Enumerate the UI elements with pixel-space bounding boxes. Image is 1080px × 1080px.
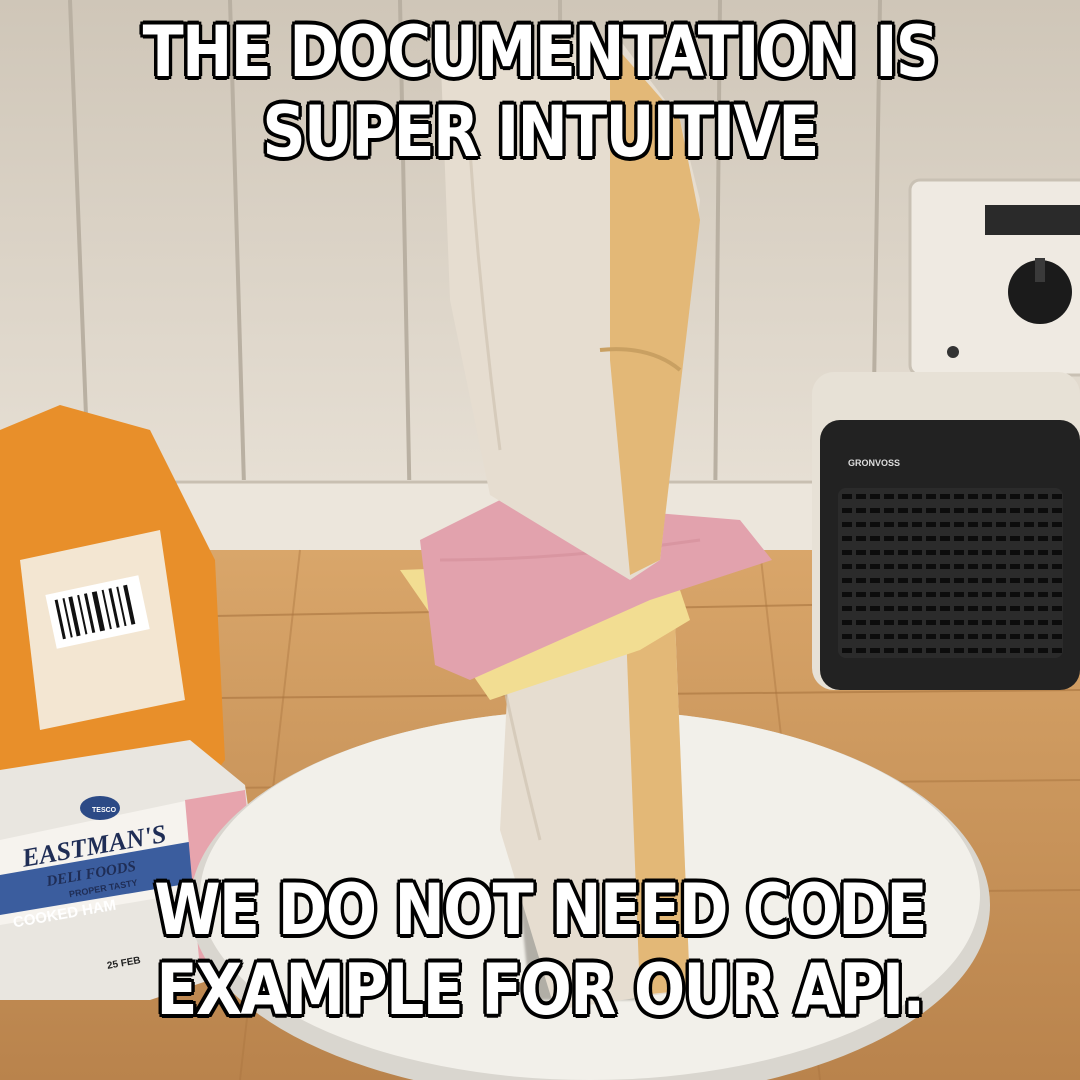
top-caption: THE DOCUMENTATION IS SUPER INTUITIVE (141, 11, 940, 174)
radio-brand-label: GRONVOSS (848, 458, 900, 468)
store-label: TESCO (92, 807, 117, 814)
meme-image: GRONVOSS TESCO EASTMAN'S DELI FOODS PROP… (0, 0, 1080, 1080)
wall-socket (908, 178, 1080, 377)
radio-speaker: GRONVOSS (812, 372, 1080, 690)
bottom-caption: WE DO NOT NEED CODE EXAMPLE FOR OUR API. (153, 869, 929, 1032)
